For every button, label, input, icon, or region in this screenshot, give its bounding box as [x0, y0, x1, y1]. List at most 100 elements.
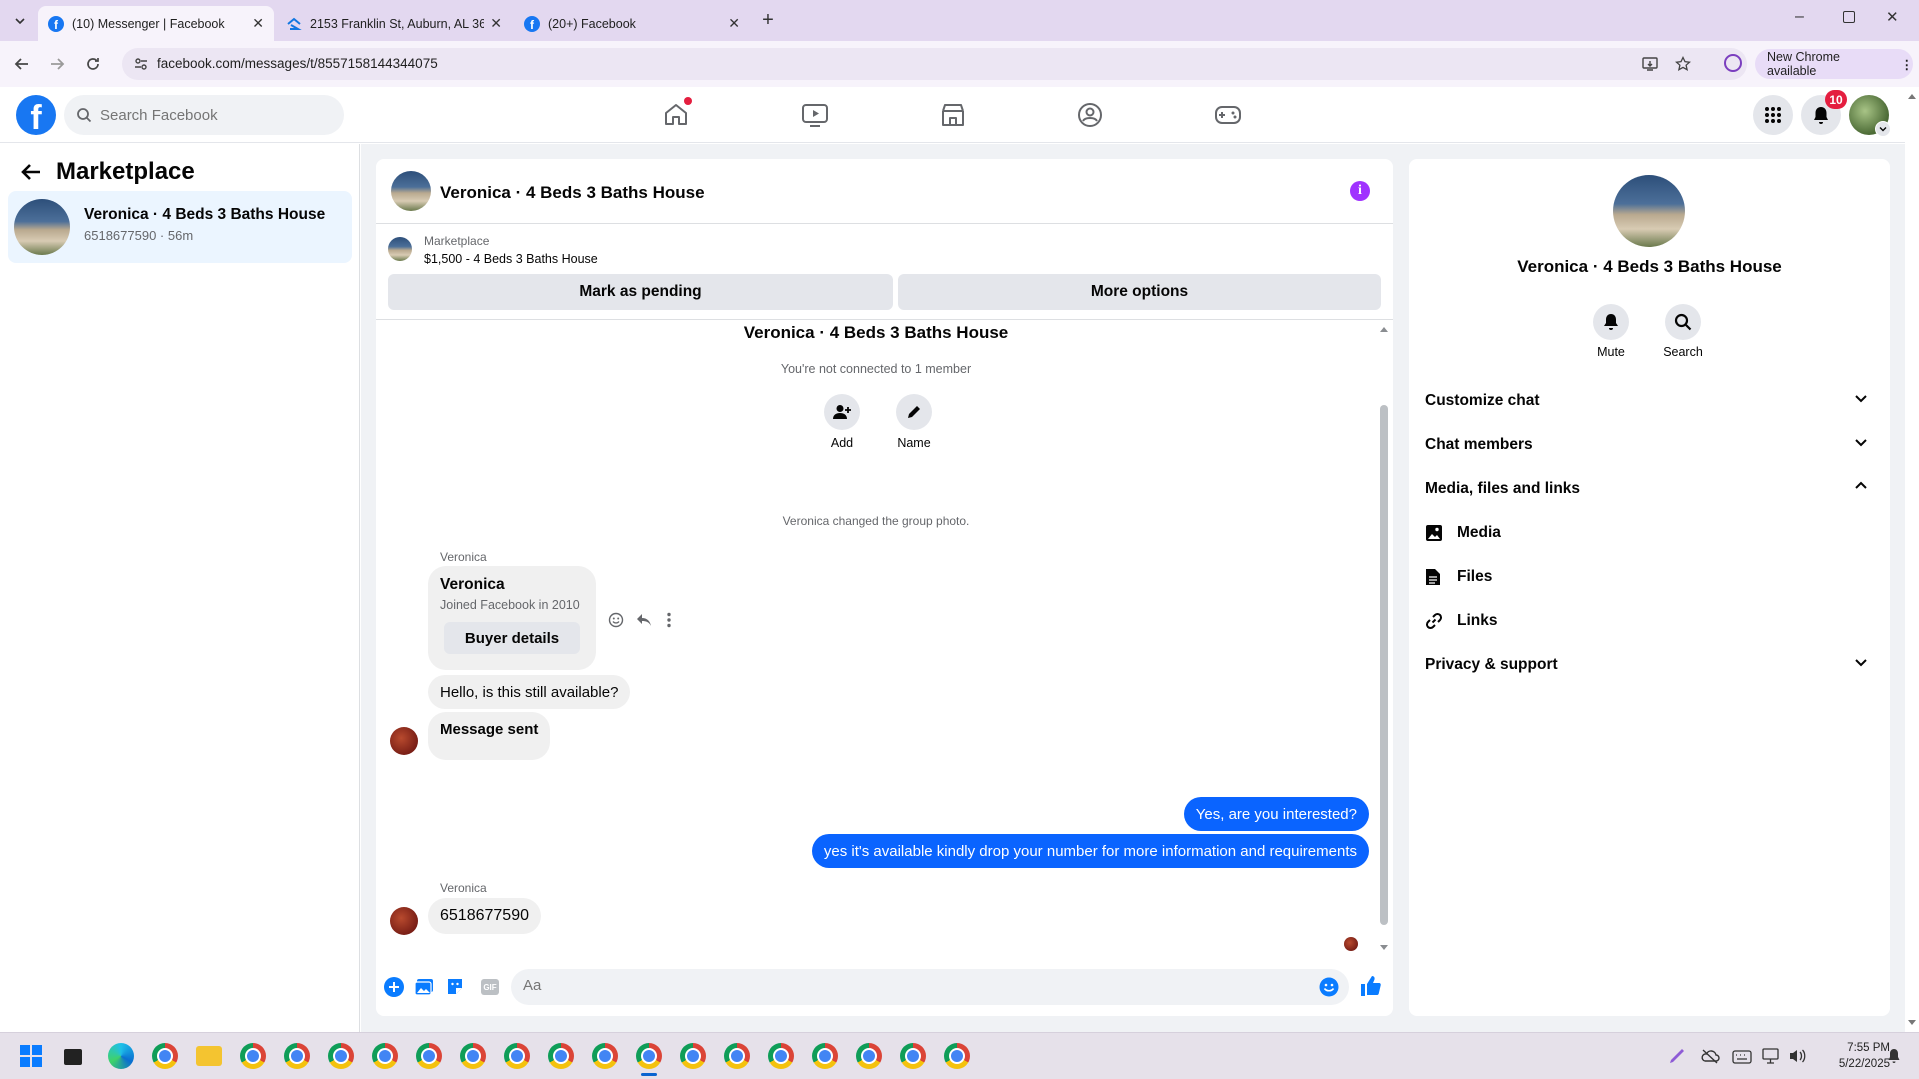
clock-date[interactable]: 5/22/2025 — [1818, 1058, 1890, 1070]
notification-center-icon[interactable] — [1887, 1048, 1901, 1064]
chrome-profile-icon[interactable] — [460, 1043, 486, 1069]
task-view-icon[interactable] — [64, 1049, 82, 1065]
chrome-profile-icon[interactable] — [504, 1043, 530, 1069]
scroll-up-arrow-icon[interactable] — [1907, 92, 1917, 100]
chat-scrollbar-thumb[interactable] — [1380, 405, 1388, 925]
back-arrow-button[interactable] — [20, 162, 42, 182]
sender-avatar[interactable] — [390, 727, 418, 755]
sender-avatar[interactable] — [390, 907, 418, 935]
menu-kebab-icon[interactable]: ⋮ — [1901, 57, 1914, 72]
chat-title[interactable]: Veronica · 4 Beds 3 Baths House — [440, 183, 705, 203]
forward-button[interactable] — [45, 52, 69, 76]
close-tab-icon[interactable]: ✕ — [728, 15, 740, 32]
message-textbox[interactable] — [523, 977, 1283, 994]
add-member-button[interactable] — [824, 394, 860, 430]
chrome-profile-icon[interactable] — [724, 1043, 750, 1069]
chrome-icon[interactable] — [152, 1043, 178, 1069]
scroll-down-arrow-icon[interactable] — [1379, 944, 1389, 952]
chrome-profile-icon[interactable] — [328, 1043, 354, 1069]
photo-icon[interactable] — [414, 978, 434, 996]
keyboard-icon[interactable] — [1732, 1050, 1752, 1064]
thumbs-up-icon[interactable] — [1359, 975, 1381, 997]
more-options-button[interactable]: More options — [898, 274, 1381, 310]
media-item[interactable]: Media — [1425, 513, 1501, 553]
pen-icon[interactable] — [1668, 1047, 1686, 1065]
nav-gaming[interactable] — [1214, 103, 1242, 127]
tab-zillow[interactable]: 2153 Franklin St, Auburn, AL 36… ✕ — [276, 6, 512, 41]
chrome-profile-icon[interactable] — [768, 1043, 794, 1069]
mark-pending-button[interactable]: Mark as pending — [388, 274, 893, 310]
install-app-icon[interactable] — [1642, 56, 1658, 72]
chrome-profile-icon[interactable] — [944, 1043, 970, 1069]
more-vertical-icon[interactable] — [666, 612, 672, 628]
message-bubble-sent[interactable]: yes it's available kindly drop your numb… — [811, 834, 1369, 868]
links-item[interactable]: Links — [1425, 601, 1497, 641]
react-smiley-icon[interactable] — [608, 612, 624, 628]
gif-button[interactable]: GIF — [481, 979, 499, 995]
close-tab-icon[interactable]: ✕ — [252, 15, 264, 32]
section-privacy-support[interactable]: Privacy & support — [1425, 645, 1880, 685]
onedrive-icon[interactable] — [1700, 1048, 1720, 1064]
chrome-profile-icon[interactable] — [372, 1043, 398, 1069]
search-input[interactable] — [100, 106, 320, 124]
nav-groups[interactable] — [1077, 102, 1103, 128]
files-item[interactable]: Files — [1425, 557, 1492, 597]
file-explorer-icon[interactable] — [196, 1046, 222, 1066]
facebook-logo[interactable]: f — [16, 95, 56, 135]
chrome-profile-icon[interactable] — [548, 1043, 574, 1069]
chrome-profile-icon[interactable] — [416, 1043, 442, 1069]
section-customize-chat[interactable]: Customize chat — [1425, 381, 1880, 421]
message-bubble[interactable]: Hello, is this still available? — [428, 675, 631, 709]
emoji-icon[interactable] — [1319, 977, 1339, 997]
nav-marketplace[interactable] — [940, 102, 966, 128]
restore-button[interactable] — [1843, 11, 1855, 23]
start-button[interactable] — [20, 1045, 42, 1067]
account-chevron-icon[interactable] — [1875, 121, 1891, 137]
chat-scrollbar[interactable] — [1378, 325, 1390, 952]
reload-button[interactable] — [81, 52, 105, 76]
rename-button[interactable] — [896, 394, 932, 430]
search-button[interactable] — [1665, 304, 1701, 340]
listing-thumbnail[interactable] — [388, 237, 412, 261]
chrome-profile-icon[interactable] — [680, 1043, 706, 1069]
chrome-profile-icon[interactable] — [240, 1043, 266, 1069]
mute-button[interactable] — [1593, 304, 1629, 340]
conversation-item[interactable]: Veronica · 4 Beds 3 Baths House 65186775… — [8, 191, 352, 263]
chrome-profile-icon[interactable] — [592, 1043, 618, 1069]
reply-icon[interactable] — [636, 613, 652, 627]
tab-search-dropdown[interactable] — [8, 9, 32, 33]
message-input[interactable] — [511, 969, 1349, 1005]
scroll-down-arrow-icon[interactable] — [1907, 1019, 1917, 1027]
message-bubble-sent[interactable]: Yes, are you interested? — [1183, 797, 1369, 831]
back-button[interactable] — [10, 52, 34, 76]
section-media-files-links[interactable]: Media, files and links — [1425, 469, 1880, 509]
chrome-profile-icon-active[interactable] — [636, 1043, 662, 1069]
network-icon[interactable] — [1762, 1048, 1782, 1064]
scroll-up-arrow-icon[interactable] — [1379, 325, 1389, 333]
page-scrollbar[interactable] — [1905, 87, 1919, 1032]
bookmark-star-icon[interactable] — [1675, 56, 1691, 72]
site-info-icon[interactable] — [134, 57, 148, 71]
chrome-profile-icon[interactable] — [812, 1043, 838, 1069]
chrome-profile-icon[interactable] — [900, 1043, 926, 1069]
close-tab-icon[interactable]: ✕ — [490, 15, 502, 32]
menu-button[interactable] — [1753, 95, 1793, 135]
profile-icon[interactable] — [1724, 54, 1742, 72]
buyer-details-button[interactable]: Buyer details — [444, 622, 580, 654]
clock-time[interactable]: 7:55 PM — [1826, 1042, 1890, 1054]
nav-video[interactable] — [801, 102, 829, 128]
tab-messenger[interactable]: f (10) Messenger | Facebook ✕ — [38, 6, 274, 41]
more-actions-button[interactable] — [384, 977, 404, 997]
info-avatar[interactable] — [1613, 175, 1685, 247]
tab-facebook[interactable]: f (20+) Facebook ✕ — [514, 6, 750, 41]
volume-icon[interactable] — [1788, 1048, 1806, 1064]
section-chat-members[interactable]: Chat members — [1425, 425, 1880, 465]
message-bubble[interactable]: Message sent — [428, 712, 551, 760]
new-chrome-button[interactable]: New Chrome available ⋮ — [1755, 49, 1913, 79]
chrome-profile-icon[interactable] — [284, 1043, 310, 1069]
listing-detail[interactable]: $1,500 - 4 Beds 3 Baths House — [424, 252, 598, 266]
url-text[interactable]: facebook.com/messages/t/8557158144344075 — [157, 56, 438, 71]
edge-icon[interactable] — [108, 1043, 134, 1069]
message-bubble[interactable]: 6518677590 — [428, 898, 541, 934]
info-button[interactable]: i — [1350, 181, 1370, 201]
